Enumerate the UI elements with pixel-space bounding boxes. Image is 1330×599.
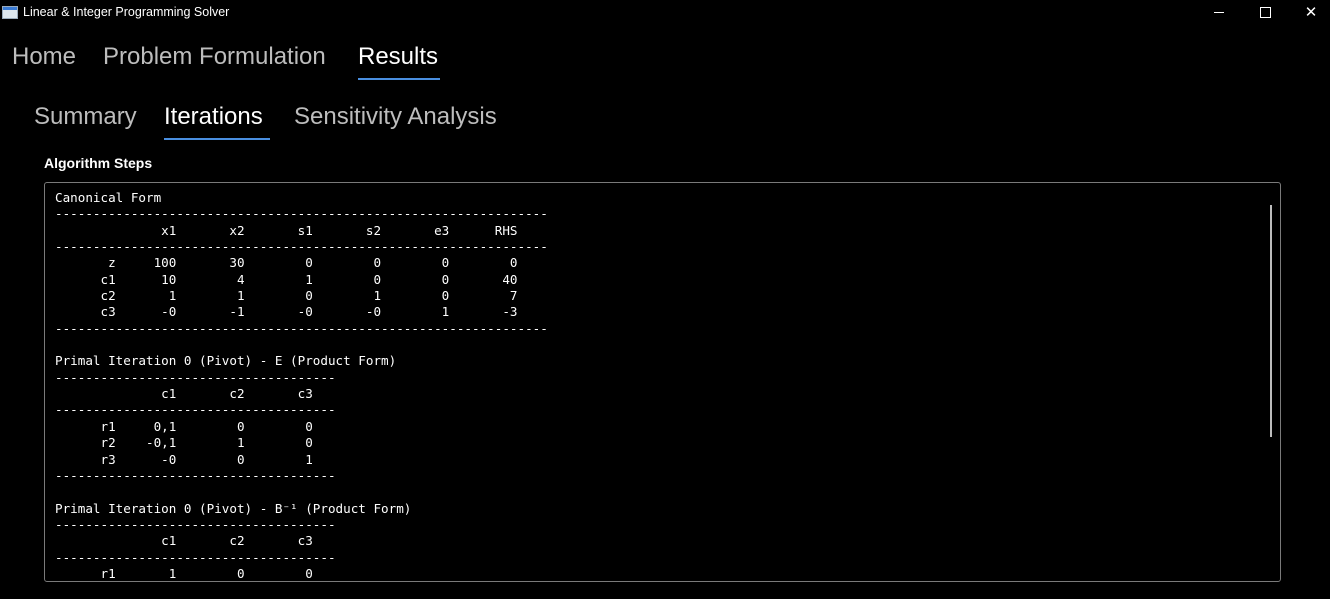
app-icon (2, 5, 18, 19)
minimize-icon (1214, 11, 1224, 13)
close-button[interactable]: ✕ (1288, 0, 1330, 24)
algorithm-steps-textbox[interactable]: Canonical Form -------------------------… (44, 182, 1281, 582)
maximize-icon (1259, 6, 1271, 18)
tab-iterations[interactable]: Iterations (164, 103, 263, 131)
window-title: Linear & Integer Programming Solver (23, 5, 230, 19)
tab-sensitivity-analysis[interactable]: Sensitivity Analysis (294, 103, 497, 131)
tab-results-indicator (358, 78, 440, 80)
minimize-button[interactable] (1196, 0, 1242, 24)
vertical-scrollbar[interactable] (1270, 205, 1272, 437)
tab-home[interactable]: Home (12, 43, 76, 71)
tab-problem-formulation[interactable]: Problem Formulation (103, 43, 326, 71)
maximize-button[interactable] (1242, 0, 1288, 24)
tab-results[interactable]: Results (358, 43, 438, 71)
title-bar: Linear & Integer Programming Solver ✕ (0, 0, 1330, 24)
section-title: Algorithm Steps (44, 155, 153, 171)
tab-summary[interactable]: Summary (34, 103, 137, 131)
tab-iterations-indicator (164, 138, 270, 140)
algorithm-steps-content: Canonical Form -------------------------… (55, 190, 548, 581)
close-icon: ✕ (1304, 2, 1318, 21)
